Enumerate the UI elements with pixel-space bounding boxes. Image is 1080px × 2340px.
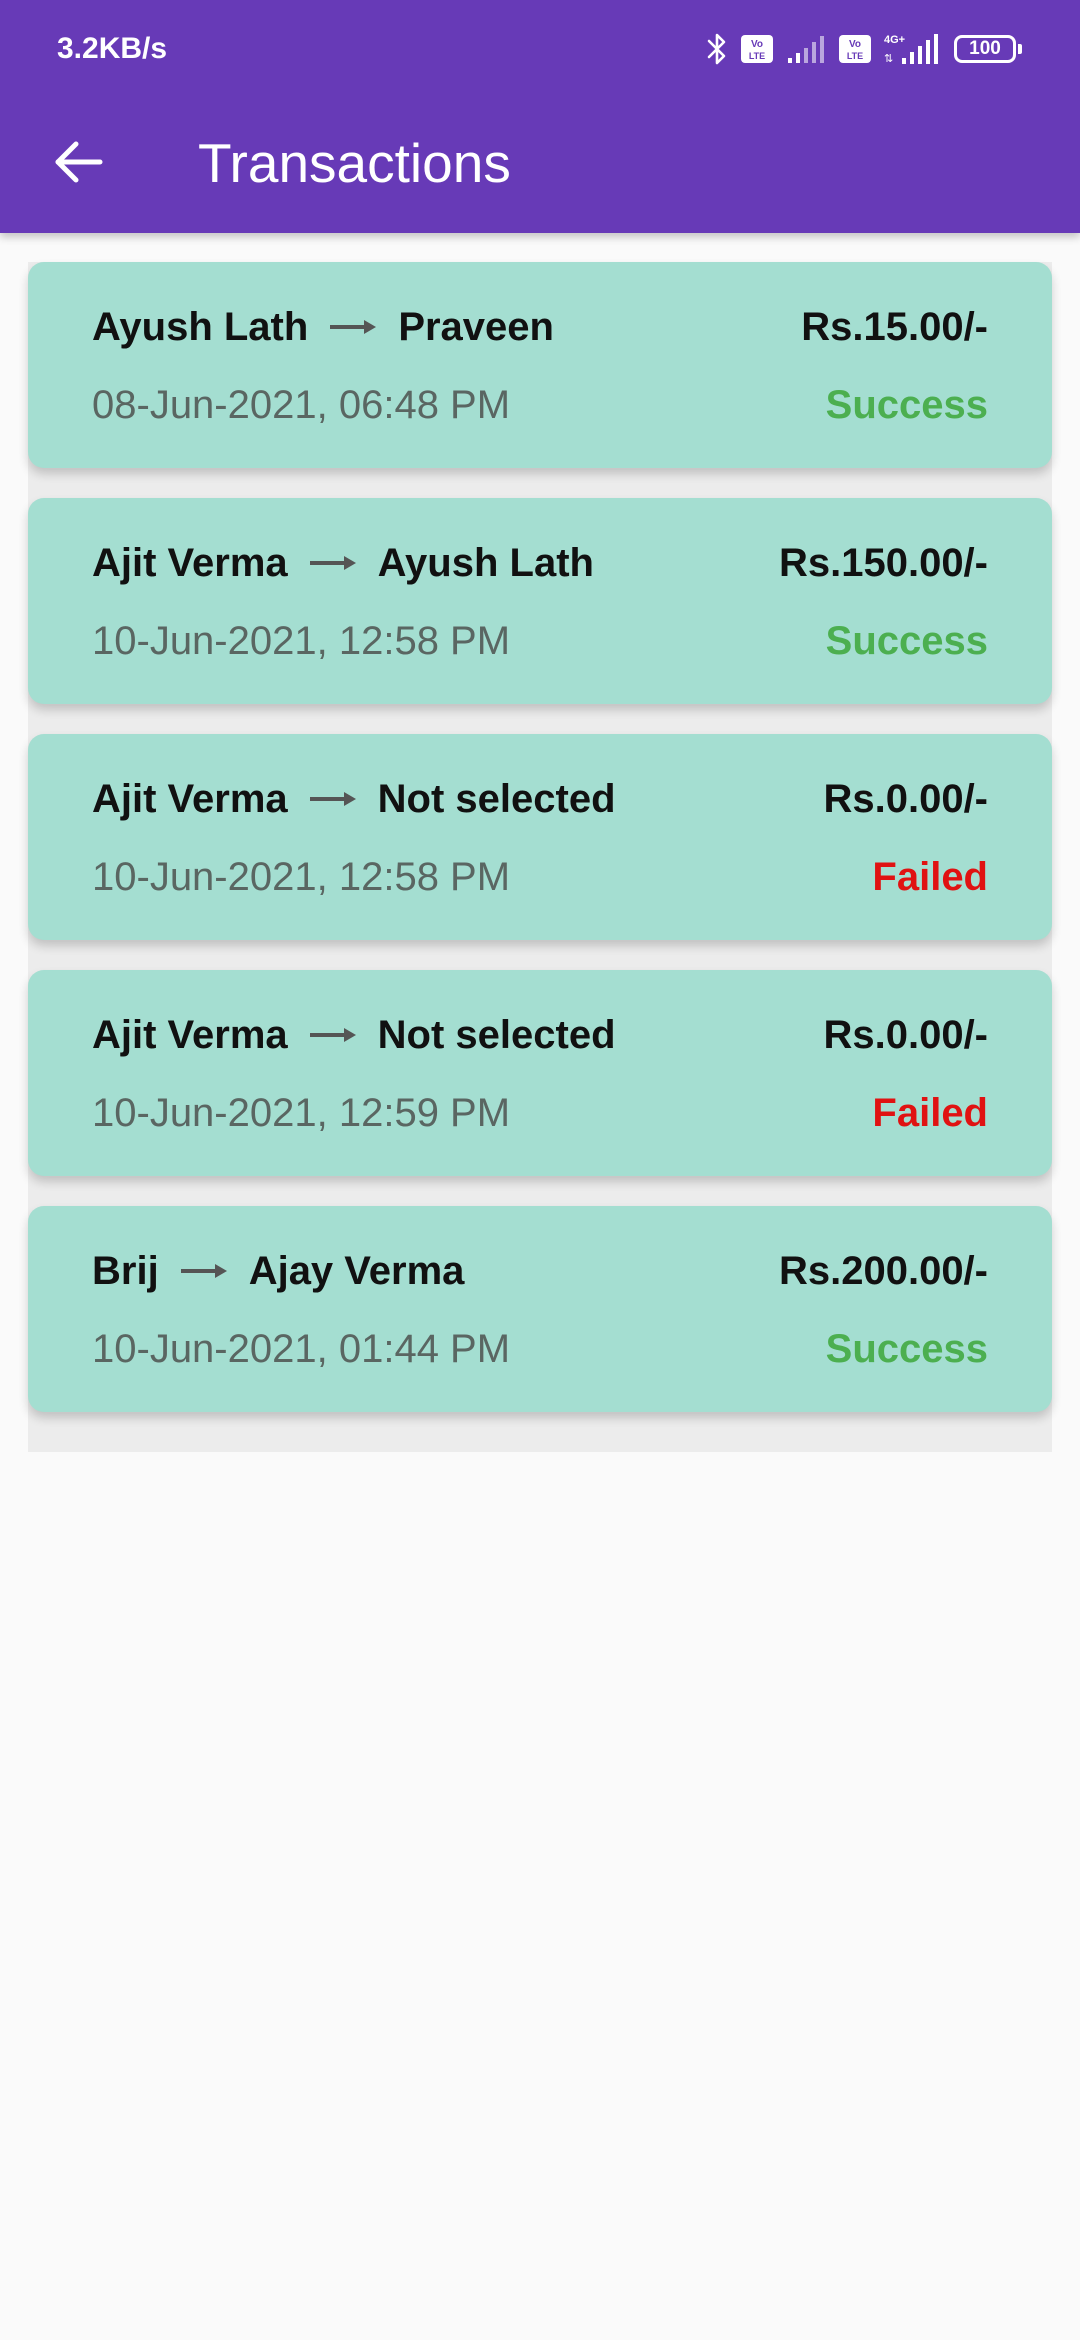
sender-name: Ajit Verma (92, 540, 288, 585)
volte-icon: Vo LTE (838, 34, 872, 64)
transaction-date: 10-Jun-2021, 12:59 PM (92, 1090, 511, 1135)
volte-icon: Vo LTE (740, 34, 774, 64)
receiver-name: Not selected (377, 1012, 616, 1057)
svg-text:LTE: LTE (847, 51, 863, 61)
receiver-name: Praveen (398, 304, 554, 349)
transaction-parties: Ajit Verma Not selected (92, 777, 616, 822)
arrow-right-icon (309, 789, 356, 809)
transaction-card[interactable]: Ajit Verma Ayush Lath Rs.150.00/- 10-Jun… (28, 498, 1052, 704)
svg-text:LTE: LTE (749, 51, 765, 61)
svg-text:⇅: ⇅ (884, 53, 893, 65)
toolbar: Transactions (0, 100, 1080, 233)
transaction-card[interactable]: Brij Ajay Verma Rs.200.00/- 10-Jun-2021,… (28, 1206, 1052, 1412)
arrow-right-icon (309, 553, 356, 573)
transaction-date: 10-Jun-2021, 12:58 PM (92, 618, 511, 663)
transaction-parties: Ajit Verma Not selected (92, 1013, 616, 1058)
transaction-parties: Brij Ajay Verma (92, 1249, 464, 1294)
receiver-name: Not selected (377, 776, 616, 821)
back-button[interactable] (36, 122, 120, 206)
sender-name: Ajit Verma (92, 776, 288, 821)
transaction-date: 10-Jun-2021, 01:44 PM (92, 1326, 511, 1371)
transaction-amount: Rs.0.00/- (823, 1012, 988, 1057)
receiver-name: Ayush Lath (377, 540, 594, 585)
status-label: Failed (872, 854, 988, 899)
network-speed: 3.2KB/s (57, 32, 168, 65)
receiver-name: Ajay Verma (248, 1248, 465, 1293)
status-label: Success (825, 618, 988, 663)
transaction-card[interactable]: Ajit Verma Not selected Rs.0.00/- 10-Jun… (28, 970, 1052, 1176)
transaction-card[interactable]: Ajit Verma Not selected Rs.0.00/- 10-Jun… (28, 734, 1052, 940)
status-label: Success (825, 382, 988, 427)
page-title: Transactions (198, 132, 511, 194)
transaction-date: 10-Jun-2021, 12:58 PM (92, 854, 511, 899)
arrow-right-icon (330, 317, 377, 337)
bluetooth-icon (706, 32, 728, 66)
transaction-parties: Ayush Lath Praveen (92, 305, 554, 350)
sender-name: Ayush Lath (92, 304, 309, 349)
battery-icon: 100 (954, 35, 1022, 63)
svg-text:Vo: Vo (751, 39, 763, 50)
transaction-amount: Rs.200.00/- (778, 1248, 988, 1293)
status-label: Success (825, 1326, 988, 1371)
transaction-list[interactable]: Ayush Lath Praveen Rs.15.00/- 08-Jun-202… (28, 262, 1052, 1452)
arrow-back-icon (52, 140, 104, 189)
arrow-right-icon (180, 1261, 227, 1281)
signal-icon (786, 34, 826, 64)
sender-name: Ajit Verma (92, 1012, 288, 1057)
4g-signal-icon: 4G+ ⇅ (884, 32, 942, 66)
transaction-parties: Ajit Verma Ayush Lath (92, 541, 594, 586)
transaction-amount: Rs.0.00/- (823, 776, 988, 821)
status-label: Failed (872, 1090, 988, 1135)
svg-text:Vo: Vo (849, 39, 861, 50)
sender-name: Brij (92, 1248, 159, 1293)
transaction-amount: Rs.150.00/- (778, 540, 988, 585)
transaction-card[interactable]: Ayush Lath Praveen Rs.15.00/- 08-Jun-202… (28, 262, 1052, 468)
transaction-date: 08-Jun-2021, 06:48 PM (92, 382, 511, 427)
arrow-right-icon (309, 1025, 356, 1045)
app-bar: 3.2KB/s Vo LTE Vo LTE 4G+ ⇅ 100 Transact… (0, 0, 1080, 233)
status-icons: Vo LTE Vo LTE 4G+ ⇅ 100 (706, 30, 1022, 68)
transaction-amount: Rs.15.00/- (801, 304, 988, 349)
svg-text:4G+: 4G+ (884, 34, 905, 46)
status-bar: 3.2KB/s Vo LTE Vo LTE 4G+ ⇅ 100 (0, 0, 1080, 100)
